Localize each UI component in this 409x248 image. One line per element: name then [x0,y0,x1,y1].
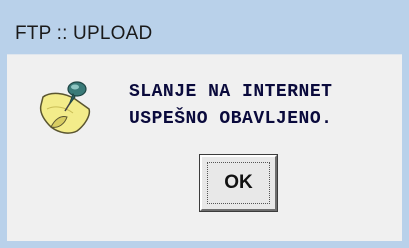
dialog-window: FTP :: UPLOAD SLANJE NA INTERNET USPEŠNO… [0,0,409,248]
dialog-message: SLANJE NA INTERNET USPEŠNO OBAVLJENO. [129,79,332,133]
ok-button[interactable]: OK [199,154,278,212]
dialog-content: SLANJE NA INTERNET USPEŠNO OBAVLJENO. OK [7,54,402,241]
pushpin-note-icon [39,81,91,134]
message-line-1: SLANJE NA INTERNET [129,82,333,102]
ok-button-label: OK [207,162,270,204]
message-line-2: USPEŠNO OBAVLJENO. [129,109,333,129]
window-title: FTP :: UPLOAD [15,23,153,44]
title-bar[interactable]: FTP :: UPLOAD [0,0,409,54]
